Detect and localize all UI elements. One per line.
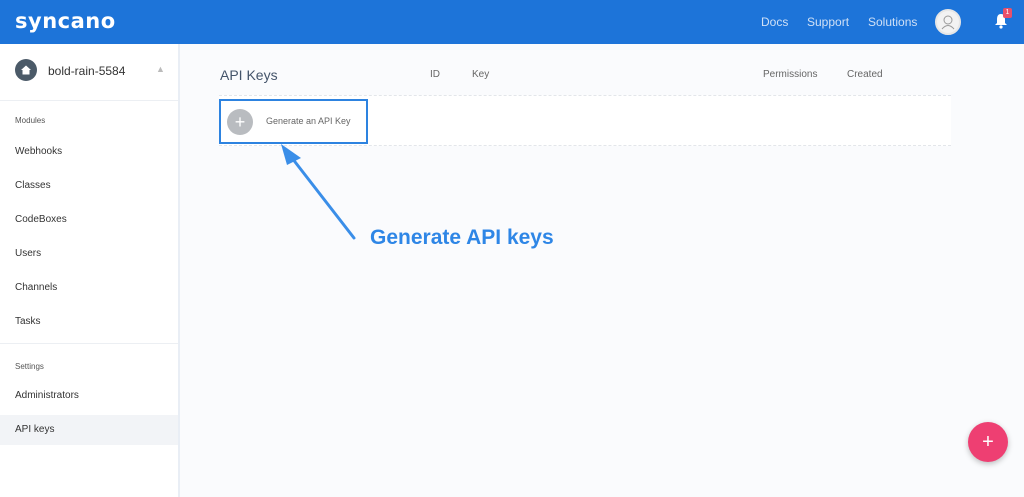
annotation-text: Generate API keys (370, 226, 554, 249)
add-button[interactable]: + (968, 422, 1008, 462)
